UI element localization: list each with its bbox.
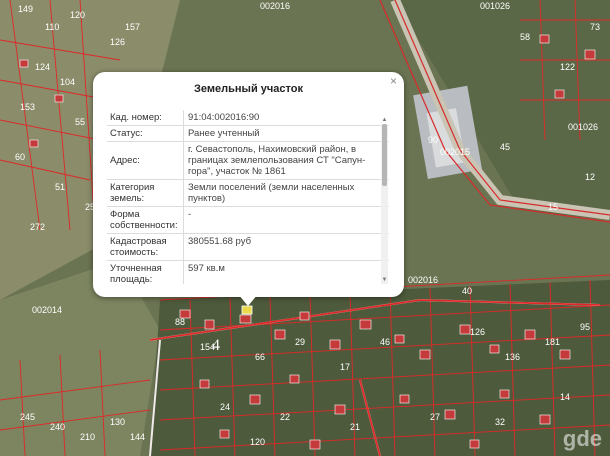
parcel-number: 55 bbox=[75, 117, 85, 127]
parcel-number: 21 bbox=[350, 422, 360, 432]
parcel-number: 130 bbox=[110, 417, 125, 427]
row-key: Уточненная площадь: bbox=[107, 261, 184, 284]
parcel-number: 104 bbox=[60, 77, 75, 87]
quarter-label: 001026 bbox=[480, 1, 510, 11]
parcel-number: 14 bbox=[560, 392, 570, 402]
parcel-number: 110 bbox=[45, 22, 59, 32]
row-value: - bbox=[188, 209, 192, 220]
parcel-number: 240 bbox=[50, 422, 65, 432]
parcel-number: 32 bbox=[495, 417, 505, 427]
parcel-number: 90 bbox=[428, 135, 438, 145]
parcel-number: 122 bbox=[560, 62, 575, 72]
parcel-number: 88 bbox=[175, 317, 185, 327]
parcel-number: 120 bbox=[250, 437, 265, 447]
quarter-label: 002015 bbox=[440, 147, 470, 157]
parcel-number: 40 bbox=[462, 286, 472, 296]
table-row: Адрес: г. Севастополь, Нахимовский район,… bbox=[107, 142, 389, 180]
parcel-number: 144 bbox=[130, 432, 145, 442]
parcel-number: 95 bbox=[580, 322, 590, 332]
row-value: 91:04:002016:90 bbox=[188, 112, 260, 123]
parcel-number: 124 bbox=[35, 62, 50, 72]
parcel-number: 149 bbox=[18, 4, 33, 14]
quarter-label: 002014 bbox=[32, 305, 62, 315]
scroll-up-icon[interactable]: ▲ bbox=[381, 116, 388, 124]
row-key: Кад. номер: bbox=[107, 110, 184, 125]
parcel-number: 120 bbox=[70, 10, 85, 20]
row-key: Категория земель: bbox=[107, 180, 184, 206]
table-row: Категория земель: Земли поселений (земли … bbox=[107, 180, 389, 207]
popup-pointer bbox=[238, 294, 258, 306]
watermark-logo: gde bbox=[562, 426, 602, 451]
table-row: Уточненная площадь: 597 кв.м bbox=[107, 261, 389, 284]
parcel-number: 181 bbox=[545, 337, 560, 347]
row-value: г. Севастополь, Нахимовский район, в гра… bbox=[188, 144, 366, 177]
road-number: 15 bbox=[548, 202, 558, 212]
scrollbar-thumb[interactable] bbox=[382, 124, 387, 186]
parcel-number: 73 bbox=[590, 22, 600, 32]
parcel-number: 60 bbox=[15, 152, 25, 162]
parcel-number: 58 bbox=[520, 32, 530, 42]
parcel-number: 210 bbox=[80, 432, 95, 442]
parcel-number: 17 bbox=[340, 362, 350, 372]
parcel-number: 136 bbox=[505, 352, 520, 362]
parcel-number: 46 bbox=[380, 337, 390, 347]
parcel-number: 24 bbox=[220, 402, 230, 412]
row-key: Форма собственности: bbox=[107, 207, 184, 233]
row-value: 380551.68 руб bbox=[188, 236, 252, 247]
parcel-number-large: 4 bbox=[212, 337, 220, 354]
parcel-number: 245 bbox=[20, 412, 35, 422]
parcel-info-popup: × Земельный участок Кад. номер: 91:04:002… bbox=[93, 72, 404, 297]
table-row: Статус: Ранее учтенный bbox=[107, 126, 389, 142]
parcel-number: 126 bbox=[110, 37, 125, 47]
row-key: Кадастровая стоимость: bbox=[107, 234, 184, 260]
row-value: Земли поселений (земли населенных пункто… bbox=[188, 182, 355, 204]
row-value: 597 кв.м bbox=[188, 263, 225, 274]
row-key: Адрес: bbox=[107, 142, 184, 179]
table-row: Форма собственности: - bbox=[107, 207, 389, 234]
parcel-number: 12 bbox=[585, 172, 595, 182]
quarter-label: 001026 bbox=[568, 122, 598, 132]
table-row: Кадастровая стоимость: 380551.68 руб bbox=[107, 234, 389, 261]
parcel-info-table[interactable]: Кад. номер: 91:04:002016:90 Статус: Ранее … bbox=[107, 110, 389, 284]
row-key: Статус: bbox=[107, 126, 184, 141]
row-value: Ранее учтенный bbox=[188, 128, 260, 139]
parcel-number: 126 bbox=[470, 327, 485, 337]
popup-title: Земельный участок bbox=[194, 83, 303, 95]
parcel-number: 157 bbox=[125, 22, 140, 32]
parcel-number: 22 bbox=[280, 412, 290, 422]
selected-parcel[interactable] bbox=[241, 305, 253, 315]
parcel-number: 66 bbox=[255, 352, 265, 362]
scroll-down-icon[interactable]: ▼ bbox=[381, 276, 388, 284]
parcel-number: 29 bbox=[295, 337, 305, 347]
parcel-number: 51 bbox=[55, 182, 65, 192]
parcel-number: 27 bbox=[430, 412, 440, 422]
parcel-number: 153 bbox=[20, 102, 35, 112]
quarter-label: 002016 bbox=[260, 1, 290, 11]
parcel-number: 272 bbox=[30, 222, 45, 232]
quarter-label: 002016 bbox=[408, 275, 438, 285]
table-row: Кад. номер: 91:04:002016:90 bbox=[107, 110, 389, 126]
parcel-number: 45 bbox=[500, 142, 510, 152]
